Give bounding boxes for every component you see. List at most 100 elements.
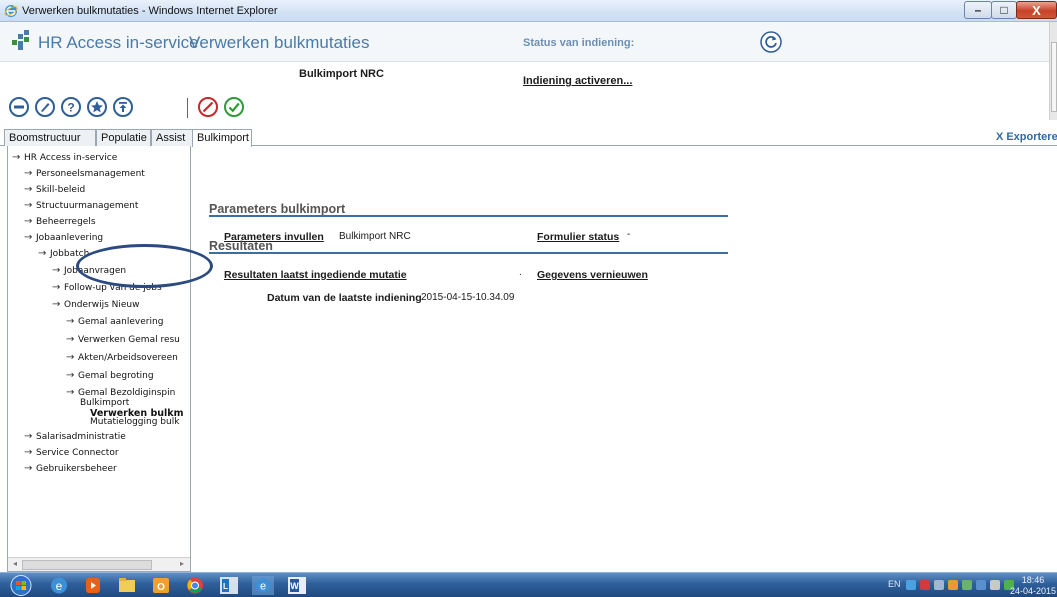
indiening-activeren-link[interactable]: Indiening activeren... [523,75,632,87]
media-player-icon[interactable] [80,575,106,596]
tree-arrow-icon: → [24,184,33,195]
scroll-left-icon[interactable]: ◂ [9,559,21,571]
tree-item-onderwijs-nieuw[interactable]: → Onderwijs Nieuw [52,299,140,310]
tray-app-icon[interactable] [990,580,1000,590]
volume-icon[interactable] [934,580,944,590]
tree-item-verwerken-gemal[interactable]: → Verwerken Gemal resu [66,334,180,345]
language-indicator[interactable]: EN [888,579,901,589]
sync-icon[interactable] [962,580,972,590]
tree-item-beheerregels[interactable]: → Beheerregels [24,216,96,227]
close-button[interactable]: X [1016,1,1057,19]
tab-populatie[interactable]: Populatie [96,129,151,146]
tree-item-structuurmanagement[interactable]: → Structuurmanagement [24,200,138,211]
start-button-icon[interactable] [8,575,34,596]
word-icon[interactable]: W [284,575,310,596]
confirm-check-icon[interactable] [223,96,245,118]
window-title: Verwerken bulkmutaties - Windows Interne… [22,5,278,17]
header-scrollbar[interactable] [1049,22,1057,120]
resultaten-link[interactable]: Resultaten laatst ingediende mutatie [224,269,407,281]
maximize-icon: □ [1000,3,1008,17]
header-scrollbar-thumb[interactable] [1051,42,1057,112]
file-explorer-icon[interactable] [114,575,140,596]
minimize-button[interactable]: – [964,1,992,19]
tree-item-akten[interactable]: → Akten/Arbeidsovereen [66,352,178,363]
tree-item-service-connector[interactable]: → Service Connector [24,447,119,458]
network-icon[interactable] [906,580,916,590]
toolbar: ? [0,94,1049,124]
status-label: Status van indiening: [523,37,635,49]
tab-bulkimport[interactable]: Bulkimport [192,129,252,147]
tree-item-mutatielogging[interactable]: Mutatielogging bulk [90,417,179,427]
tree-arrow-icon: → [24,168,33,179]
tree-arrow-icon: → [24,431,33,442]
minimize-icon: – [974,3,982,17]
tree-item-jobaanlevering[interactable]: → Jobaanlevering [24,232,103,243]
tab-boomstructuur[interactable]: Boomstructuur [4,129,96,146]
tree-item-personeelsmanagement[interactable]: → Personeelsmanagement [24,168,145,179]
chrome-icon[interactable] [182,575,208,596]
cancel-icon[interactable] [197,96,219,118]
export-button[interactable]: XExporteren [996,131,1057,143]
upload-icon[interactable] [112,96,134,118]
refresh-icon[interactable] [760,31,782,53]
tree-arrow-icon: → [52,265,61,276]
tree-arrow-icon: → [66,370,75,381]
resultaten-dot: . [519,267,522,278]
window-title-bar: Verwerken bulkmutaties - Windows Interne… [0,0,1057,22]
power-icon[interactable] [948,580,958,590]
app-header: HR Access in-service Verwerken bulkmutat… [0,22,1049,62]
tree-item-gebruikersbeheer[interactable]: → Gebruikersbeheer [24,463,117,474]
outlook-icon[interactable]: O [148,575,174,596]
internet-explorer-taskbar-icon[interactable]: e [46,575,72,596]
tree-item-gemal-aanlevering[interactable]: → Gemal aanlevering [66,316,163,327]
svg-text:W: W [290,581,299,591]
tree-arrow-icon: → [24,232,33,243]
minus-circle-icon[interactable] [8,96,30,118]
help-icon[interactable]: ? [60,96,82,118]
antivirus-icon[interactable] [920,580,930,590]
tree-item-skill-beleid[interactable]: → Skill-beleid [24,184,85,195]
tree-item-salarisadministratie[interactable]: → Salarisadministratie [24,431,126,442]
favorite-star-icon[interactable] [86,96,108,118]
tree-arrow-icon: → [24,447,33,458]
tree-item-hr-access[interactable]: → HR Access in-service [12,152,117,163]
page-title: Verwerken bulkmutaties [189,33,370,52]
resultaten-section-title: Resultaten [209,239,273,253]
tree-arrow-icon: → [52,282,61,293]
resultaten-section-divider [209,252,728,254]
tree-scrollbar-thumb[interactable] [22,560,152,570]
tree-arrow-icon: → [24,216,33,227]
parameters-value: Bulkimport NRC [339,231,411,242]
bluetooth-icon[interactable] [976,580,986,590]
gegevens-vernieuwen-link[interactable]: Gegevens vernieuwen [537,269,648,281]
page-subtitle: Bulkimport NRC [299,68,384,80]
datum-label: Datum van de laatste indiening [267,292,422,304]
tree-arrow-icon: → [66,352,75,363]
scroll-right-icon[interactable]: ▸ [176,559,188,571]
tree-item-bulkimport[interactable]: Bulkimport [80,398,129,408]
tree-horizontal-scrollbar[interactable]: ◂ ▸ [8,557,190,571]
tree-arrow-icon: → [12,152,21,163]
formulier-status-label[interactable]: Formulier status [537,231,619,243]
taskbar-clock[interactable]: 18:46 24-04-2015 [1010,575,1056,597]
export-label: Exporteren [1006,131,1057,143]
hr-access-logo-icon [12,30,29,50]
tree-item-gemal-bezoldiging[interactable]: → Gemal Bezoldiginspin [66,387,175,398]
lync-icon[interactable]: L [216,575,242,596]
windows-taskbar: e O L e W EN [0,572,1057,597]
internet-explorer-active-icon[interactable]: e [250,575,276,596]
tree-arrow-icon: → [38,248,47,259]
svg-text:e: e [260,581,266,593]
svg-text:O: O [157,582,165,593]
tree-arrow-icon: → [66,316,75,327]
app-name: HR Access in-service [38,33,199,52]
highlight-circle-annotation [76,244,213,288]
clock-date: 24-04-2015 [1010,586,1057,596]
tab-assist[interactable]: Assist [151,129,193,146]
edit-circle-icon[interactable] [34,96,56,118]
maximize-button[interactable]: □ [991,1,1017,19]
tree-item-gemal-begroting[interactable]: → Gemal begroting [66,370,154,381]
tab-strip: Boomstructuur Populatie Assist Bulkimpor… [0,128,1057,147]
parameters-section-divider [209,215,728,217]
tree-panel: → HR Access in-service → Personeelsmanagem… [7,146,191,572]
